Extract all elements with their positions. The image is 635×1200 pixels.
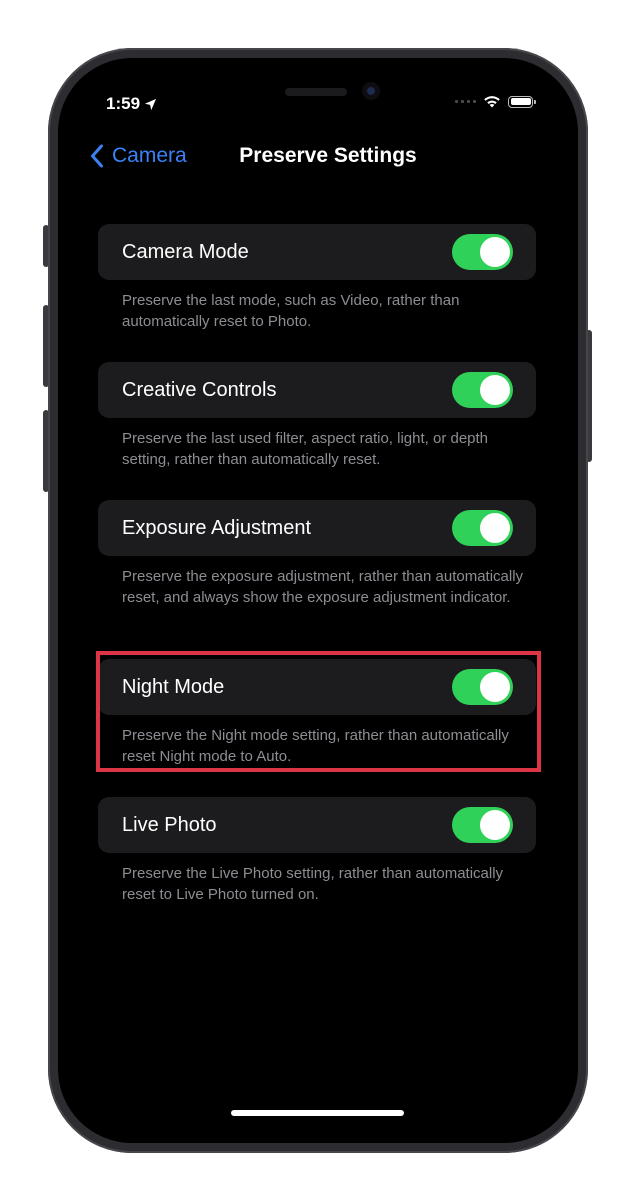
setting-camera-mode: Camera Mode Preserve the last mode, such… <box>98 224 536 332</box>
battery-icon <box>508 95 536 108</box>
settings-row: Exposure Adjustment <box>98 500 536 556</box>
phone-screen: 1:59 Camera Preserve Settings Camera Mod… <box>58 58 578 1143</box>
setting-exposure-adjustment: Exposure Adjustment Preserve the exposur… <box>98 500 536 608</box>
setting-creative-controls: Creative Controls Preserve the last used… <box>98 362 536 470</box>
setting-label: Exposure Adjustment <box>122 516 311 539</box>
earpiece-speaker <box>285 88 347 96</box>
setting-description: Preserve the last mode, such as Video, r… <box>122 292 460 330</box>
wifi-icon <box>484 96 500 108</box>
exposure-adjustment-toggle[interactable] <box>452 510 513 546</box>
home-indicator[interactable] <box>231 1110 404 1116</box>
setting-description: Preserve the exposure adjustment, rather… <box>122 568 524 606</box>
setting-description: Preserve the last used filter, aspect ra… <box>122 430 489 468</box>
camera-mode-toggle[interactable] <box>452 234 513 270</box>
time-label: 1:59 <box>106 94 141 113</box>
settings-row: Creative Controls <box>98 362 536 418</box>
setting-label: Live Photo <box>122 813 217 836</box>
settings-row: Live Photo <box>98 797 536 853</box>
status-bar-indicators <box>455 95 536 108</box>
creative-controls-toggle[interactable] <box>452 372 513 408</box>
live-photo-toggle[interactable] <box>452 807 513 843</box>
cellular-signal-icon <box>455 100 476 103</box>
front-camera <box>362 82 380 100</box>
status-bar-time: 1:59 <box>106 94 157 114</box>
setting-live-photo: Live Photo Preserve the Live Photo setti… <box>98 797 536 905</box>
page-title: Preserve Settings <box>239 144 417 167</box>
setting-label: Camera Mode <box>122 240 249 263</box>
setting-description: Preserve the Live Photo setting, rather … <box>122 865 504 903</box>
setting-label: Creative Controls <box>122 378 277 401</box>
highlight-box <box>96 651 541 772</box>
settings-row: Camera Mode <box>98 224 536 280</box>
location-arrow-icon <box>144 98 157 110</box>
